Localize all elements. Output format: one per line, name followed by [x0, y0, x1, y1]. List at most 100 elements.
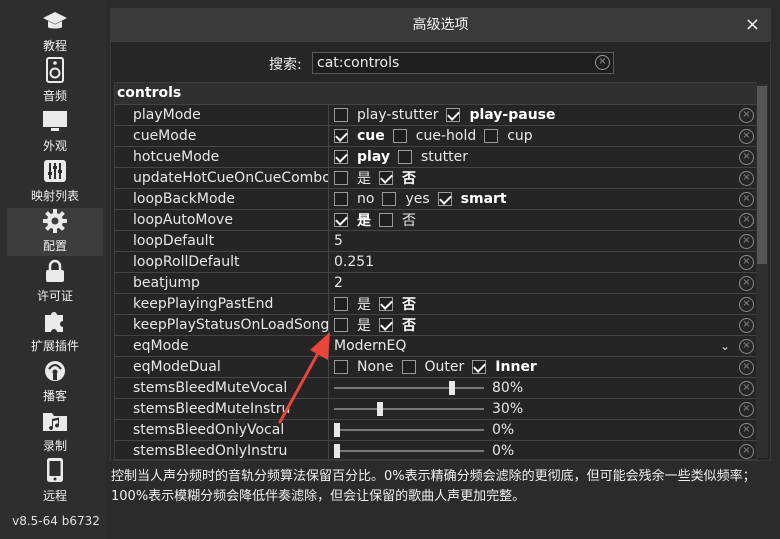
option-label[interactable]: cue-hold [416, 128, 476, 144]
option-checkbox[interactable] [379, 297, 393, 311]
reset-icon[interactable]: × [739, 171, 754, 186]
option-checkbox[interactable] [472, 360, 487, 374]
slider-track[interactable] [334, 408, 484, 410]
option-checkbox[interactable] [379, 213, 393, 227]
option-label[interactable]: 否 [402, 315, 416, 335]
slider-percent: 0% [492, 422, 515, 438]
option-checkbox[interactable] [334, 297, 348, 311]
option-checkbox[interactable] [446, 108, 461, 122]
reset-icon[interactable]: × [739, 276, 754, 291]
option-label[interactable]: play-pause [469, 107, 555, 123]
slider-thumb[interactable] [377, 402, 383, 416]
option-label[interactable]: play [357, 149, 390, 165]
sidebar-item-2[interactable]: 外观 [7, 108, 103, 156]
sidebar-item-3[interactable]: 映射列表 [7, 158, 103, 206]
slider-thumb[interactable] [334, 444, 340, 458]
sidebar-item-1[interactable]: 音频 [7, 57, 103, 106]
reset-icon[interactable]: × [739, 150, 754, 165]
slider-track[interactable] [334, 387, 484, 389]
option-checkbox[interactable] [334, 192, 348, 206]
option-checkbox[interactable] [334, 108, 348, 122]
reset-icon[interactable]: × [739, 318, 754, 333]
search-clear-icon[interactable]: × [595, 55, 610, 70]
option-text-input[interactable]: 5 [330, 231, 730, 251]
sidebar-item-5[interactable]: 许可证 [7, 258, 103, 306]
option-checkbox[interactable] [437, 192, 452, 206]
option-row: eqModeDual None Outer Inner × [115, 356, 756, 377]
reset-icon[interactable]: × [739, 402, 754, 417]
option-text-input[interactable]: 0.251 [330, 252, 730, 272]
reset-icon[interactable]: × [739, 444, 754, 459]
version-label: v8.5-64 b6732 [12, 514, 100, 528]
option-dropdown[interactable]: ModernEQ ⌄ [330, 336, 730, 356]
option-label[interactable]: cup [507, 128, 532, 144]
scrollbar-thumb[interactable] [757, 86, 767, 264]
option-label[interactable]: 是 [357, 294, 371, 314]
option-label[interactable]: 是 [357, 210, 371, 230]
reset-icon[interactable]: × [739, 129, 754, 144]
option-label[interactable]: 否 [402, 294, 416, 314]
sidebar-item-7[interactable]: 播客 [7, 358, 103, 406]
reset-icon[interactable]: × [739, 255, 754, 270]
reset-icon[interactable]: × [739, 339, 754, 354]
slider-track[interactable] [334, 429, 484, 431]
option-checkbox[interactable] [397, 150, 412, 164]
option-label[interactable]: 否 [402, 168, 416, 188]
option-checkbox[interactable] [379, 171, 393, 185]
option-checkbox[interactable] [334, 171, 348, 185]
option-checkbox[interactable] [401, 360, 416, 374]
option-name: cueMode [115, 126, 329, 146]
option-checkbox[interactable] [334, 213, 348, 227]
options-table: controls playMode play-stutter play-pause ×… [114, 82, 757, 460]
option-row: loopBackMode no yes smart × [115, 188, 756, 209]
sidebar-item-4[interactable]: 配置 [7, 208, 103, 256]
option-text-input[interactable]: 2 [330, 273, 730, 293]
option-row: playMode play-stutter play-pause × [115, 104, 756, 125]
option-name: loopAutoMove [115, 210, 329, 230]
reset-icon[interactable]: × [739, 108, 754, 123]
option-label[interactable]: Outer [425, 359, 465, 375]
scrollbar[interactable] [756, 84, 768, 458]
option-label[interactable]: 是 [357, 168, 371, 188]
option-label[interactable]: yes [405, 191, 429, 207]
option-slider[interactable] [334, 420, 484, 440]
option-name: hotcueMode [115, 147, 329, 167]
option-checkbox[interactable] [334, 129, 348, 143]
option-label[interactable]: play-stutter [357, 107, 438, 123]
option-label[interactable]: 是 [357, 315, 371, 335]
option-label[interactable]: smart [461, 191, 507, 207]
option-label[interactable]: stutter [421, 149, 468, 165]
sidebar-item-0[interactable]: 教程 [7, 8, 103, 56]
search-label: 搜索: [269, 57, 302, 73]
section-header: controls [115, 83, 756, 104]
option-label[interactable]: 否 [402, 210, 416, 230]
option-checkbox[interactable] [334, 150, 348, 164]
reset-icon[interactable]: × [739, 423, 754, 438]
option-slider[interactable] [334, 441, 484, 459]
close-icon[interactable]: × [745, 15, 760, 35]
reset-icon[interactable]: × [739, 297, 754, 312]
slider-thumb[interactable] [449, 381, 455, 395]
search-input[interactable]: cat:controls × [312, 52, 614, 74]
option-label[interactable]: Inner [495, 359, 537, 375]
reset-icon[interactable]: × [739, 381, 754, 396]
slider-track[interactable] [334, 450, 484, 452]
option-label[interactable]: no [357, 191, 374, 207]
option-label[interactable]: None [357, 359, 394, 375]
option-checkbox[interactable] [379, 318, 393, 332]
option-slider[interactable] [334, 399, 484, 419]
sidebar-item-9[interactable]: 远程 [7, 458, 103, 506]
option-value: 是否 [330, 294, 730, 314]
option-checkbox[interactable] [484, 129, 499, 143]
reset-icon[interactable]: × [739, 360, 754, 375]
reset-icon[interactable]: × [739, 213, 754, 228]
reset-icon[interactable]: × [739, 192, 754, 207]
option-slider[interactable] [334, 378, 484, 398]
option-checkbox[interactable] [392, 129, 407, 143]
sidebar-item-6[interactable]: 扩展插件 [7, 308, 103, 356]
chevron-down-icon[interactable]: ⌄ [720, 336, 730, 356]
reset-icon[interactable]: × [739, 234, 754, 249]
option-checkbox[interactable] [382, 192, 397, 206]
option-label[interactable]: cue [357, 128, 385, 144]
sidebar-item-8[interactable]: 录制 [7, 408, 103, 456]
